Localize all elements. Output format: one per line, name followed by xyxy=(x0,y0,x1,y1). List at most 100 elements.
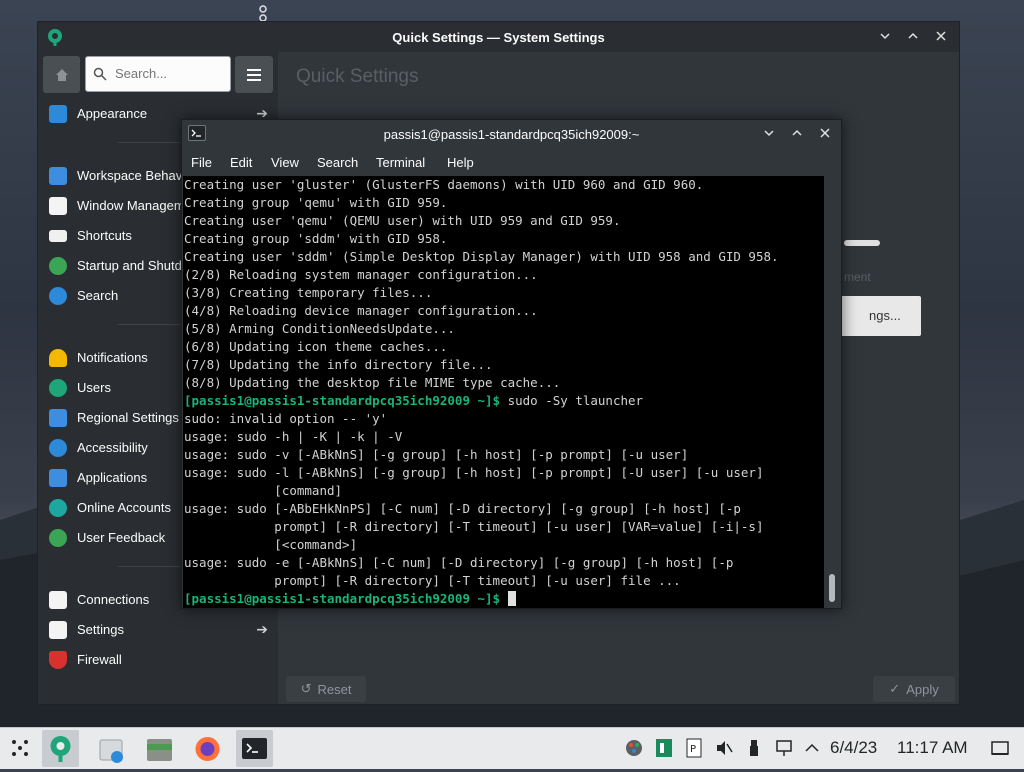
reset-button[interactable]: ↺ Reset xyxy=(286,676,366,702)
terminal-line: usage: sudo -l [-ABkNnS] [-g group] [-h … xyxy=(184,465,764,480)
sidebar-item-label: Shortcuts xyxy=(77,228,132,243)
taskbar-discover[interactable] xyxy=(93,730,130,767)
sidebar-item-label: Window Managem xyxy=(77,198,185,213)
hamburger-icon xyxy=(247,68,261,81)
taskbar-file-manager[interactable] xyxy=(141,730,178,767)
terminal-menubar: File Edit View Search Terminal Help xyxy=(182,150,841,174)
close-icon[interactable] xyxy=(815,124,835,144)
tray-plasma-icon[interactable] xyxy=(654,737,674,759)
checkmark-icon: ✓ xyxy=(889,681,901,696)
search-input[interactable] xyxy=(113,65,227,82)
tray-expand-icon[interactable] xyxy=(802,737,822,759)
taskbar-firefox[interactable] xyxy=(189,730,226,767)
menu-view[interactable]: View xyxy=(271,155,299,170)
sidebar-item-label: Startup and Shutd xyxy=(77,258,182,273)
tray-color-icon[interactable] xyxy=(624,737,644,759)
hamburger-menu-button[interactable] xyxy=(235,56,273,93)
terminal-line: Creating user 'qemu' (QEMU user) with UI… xyxy=(184,213,621,228)
terminal-title: passis1@passis1-standardpcq35ich92009:~ xyxy=(383,127,640,142)
apply-button[interactable]: ✓ Apply xyxy=(873,676,955,702)
terminal-line: (5/8) Arming ConditionNeedsUpdate... xyxy=(184,321,455,336)
scrollbar-thumb[interactable] xyxy=(829,574,835,602)
taskbar-system-settings[interactable] xyxy=(42,730,79,767)
terminal-window: passis1@passis1-standardpcq35ich92009:~ … xyxy=(181,119,842,609)
terminal-line: (8/8) Updating the desktop file MIME typ… xyxy=(184,375,561,390)
network-wired-icon[interactable] xyxy=(774,737,794,759)
maximize-icon[interactable] xyxy=(787,124,807,144)
menu-edit[interactable]: Edit xyxy=(230,155,252,170)
menu-terminal[interactable]: Terminal xyxy=(376,155,425,170)
sidebar-item-label: Connections xyxy=(77,592,150,607)
time-label[interactable]: 11:17 AM xyxy=(897,738,968,758)
terminal-line: (6/8) Updating icon theme caches... xyxy=(184,339,448,354)
language-icon xyxy=(49,409,67,427)
menu-file[interactable]: File xyxy=(191,155,212,170)
terminal-line: Creating user 'gluster' (GlusterFS daemo… xyxy=(184,177,704,192)
launcher-icon xyxy=(12,740,28,756)
slider-track[interactable] xyxy=(844,240,880,246)
sidebar-item-settings[interactable]: Settings ➔ xyxy=(38,615,278,645)
user-icon xyxy=(49,379,67,397)
menu-search[interactable]: Search xyxy=(317,155,358,170)
sidebar-item-label: Notifications xyxy=(77,350,148,365)
undo-icon: ↺ xyxy=(300,681,312,696)
settings-icon xyxy=(49,621,67,639)
search-field[interactable] xyxy=(85,56,231,92)
sidebar-item-label: Firewall xyxy=(77,652,122,667)
terminal-line: prompt] [-R directory] [-T timeout] [-u … xyxy=(184,519,764,534)
app-launcher-button[interactable] xyxy=(2,730,39,767)
folder-icon xyxy=(147,739,172,761)
terminal-line: Creating group 'sddm' with GID 958. xyxy=(184,231,448,246)
sidebar-item-label: Online Accounts xyxy=(77,500,171,515)
discover-icon xyxy=(99,739,123,763)
sidebar-item-label: Users xyxy=(77,380,111,395)
minimize-icon[interactable] xyxy=(875,27,895,47)
terminal-line: sudo: invalid option -- 'y' xyxy=(184,411,388,426)
terminal-line: (2/8) Reloading system manager configura… xyxy=(184,267,538,282)
terminal-scrollbar[interactable] xyxy=(824,176,841,608)
applications-icon xyxy=(49,469,67,487)
faded-label: ment xyxy=(844,270,871,284)
apply-label: Apply xyxy=(906,681,939,697)
sidebar-item-label: User Feedback xyxy=(77,530,166,545)
sidebar-item-label: Accessibility xyxy=(77,440,148,455)
terminal-output[interactable]: Creating user 'gluster' (GlusterFS daemo… xyxy=(183,176,824,608)
firefox-icon xyxy=(195,737,220,761)
shell-command xyxy=(500,591,508,606)
taskbar-terminal[interactable] xyxy=(236,730,273,767)
home-icon xyxy=(55,68,68,81)
button-label: ngs... xyxy=(869,308,901,323)
appearance-icon xyxy=(49,105,67,123)
date-label[interactable]: 6/4/23 xyxy=(830,738,877,758)
shell-prompt: [passis1@passis1-standardpcq35ich92009 ~… xyxy=(184,393,501,408)
terminal-line: Creating group 'qemu' with GID 959. xyxy=(184,195,448,210)
terminal-line: usage: sudo -h | -K | -k | -V xyxy=(184,429,403,444)
sidebar-item-firewall[interactable]: Firewall xyxy=(38,645,278,675)
close-icon[interactable] xyxy=(931,27,951,47)
search-settings-icon xyxy=(49,287,67,305)
terminal-line: usage: sudo -v [-ABkNnS] [-g group] [-h … xyxy=(184,447,689,462)
tray-clipboard-icon[interactable]: P xyxy=(684,737,704,759)
show-desktop-icon[interactable] xyxy=(990,737,1010,759)
page-title: Quick Settings xyxy=(296,66,419,87)
home-button[interactable] xyxy=(43,56,80,93)
accessibility-icon xyxy=(49,439,67,457)
terminal-line: usage: sudo -e [-ABkNnS] [-C num] [-D di… xyxy=(184,555,734,570)
menu-help[interactable]: Help xyxy=(447,155,474,170)
window-management-icon xyxy=(49,197,67,215)
search-icon xyxy=(93,67,107,81)
maximize-icon[interactable] xyxy=(903,27,923,47)
feedback-icon xyxy=(49,529,67,547)
sidebar-item-label: Settings xyxy=(77,622,124,637)
usb-device-icon[interactable] xyxy=(744,737,764,759)
system-settings-titlebar[interactable]: Quick Settings — System Settings xyxy=(38,22,959,52)
workspace-icon xyxy=(49,167,67,185)
terminal-line: usage: sudo [-ABbEHkNnPS] [-C num] [-D d… xyxy=(184,501,741,516)
taskbar: P 6/4/23 11:17 AM xyxy=(0,727,1024,769)
terminal-titlebar[interactable]: passis1@passis1-standardpcq35ich92009:~ xyxy=(182,120,841,148)
minimize-icon[interactable] xyxy=(759,124,779,144)
window-title: Quick Settings — System Settings xyxy=(392,30,605,45)
volume-muted-icon[interactable] xyxy=(714,737,734,759)
shell-prompt: [passis1@passis1-standardpcq35ich92009 ~… xyxy=(184,591,501,606)
terminal-line: [command] xyxy=(184,483,343,498)
